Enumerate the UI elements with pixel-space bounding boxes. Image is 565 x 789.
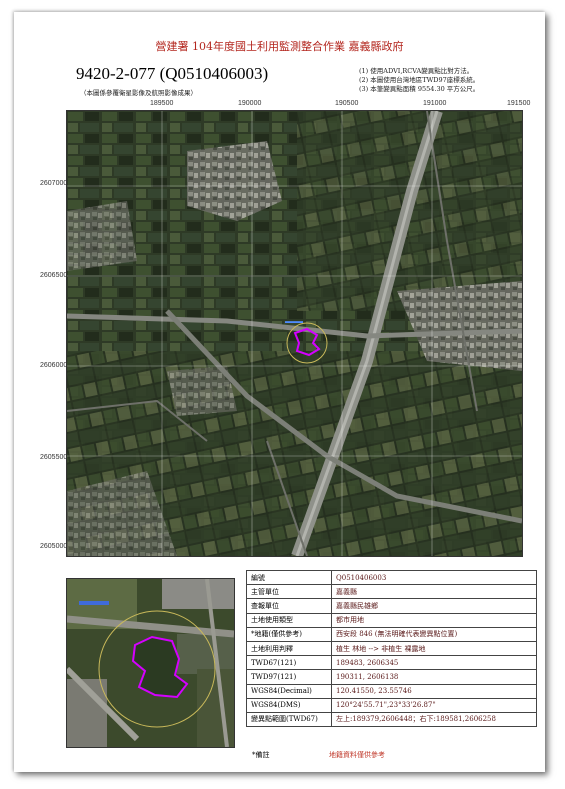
- table-row: 主管單位 嘉義縣: [246, 584, 537, 600]
- y-tick: 2606000: [40, 362, 68, 369]
- x-tick: 191500: [507, 100, 531, 107]
- change-info-table: 編號 Q0510406003 主管單位 嘉義縣 查報單位 嘉義縣民雄鄉 土地使用類型都…: [246, 569, 537, 728]
- satellite-map[interactable]: ▬▬▬: [66, 110, 523, 557]
- note-2: (2) 本圖使用台灣地區TWD97座標系統。: [359, 76, 480, 84]
- note-3: (3) 本筆變異點面積 9554.30 平方公尺。: [359, 85, 480, 93]
- y-tick: 2605000: [40, 543, 68, 550]
- method-notes: (1) 使用ADVI,RCVA變異點比對方法。 (2) 本圖使用台灣地區TWD9…: [359, 67, 479, 94]
- table-row: 土地利用判釋 植生 林地 --> 非植生 裸露地: [246, 640, 537, 657]
- remark-text: 地籍資料僅供參考: [329, 751, 385, 759]
- table-row: 土地使用類型 都市用地: [246, 612, 537, 628]
- x-tick: 190500: [335, 100, 359, 107]
- x-tick: 189500: [150, 100, 174, 107]
- page-title: 營建署 104年度國土利用監測整合作業 嘉義縣政府: [155, 40, 404, 53]
- note-1: (1) 使用ADVI,RCVA變異點比對方法。: [359, 67, 474, 75]
- table-row: WGS84(DMS) 120°24'55.71",23°33'26.87": [246, 697, 537, 713]
- table-row: 變異點範圍(TWD67) 左上:189379,2606448；右下:189581,…: [246, 711, 537, 728]
- remark-label: *備註: [252, 751, 270, 759]
- table-row: 查報單位 嘉義縣民雄鄉: [246, 598, 537, 614]
- y-tick: 2606500: [40, 272, 68, 279]
- table-row: WGS84(Decimal) 120.41550, 23.55746: [246, 683, 537, 699]
- table-row: TWD67(121) 189483, 2606345: [246, 655, 537, 671]
- source-note: （本圖係參覆衛星影像及航照影像成果）: [80, 89, 197, 97]
- table-row: TWD97(121) 190311, 2606138: [246, 669, 537, 685]
- y-tick: 2607000: [40, 180, 68, 187]
- change-point-code: 9420-2-077 (Q0510406003): [76, 64, 269, 83]
- x-tick: 191000: [423, 100, 447, 107]
- table-row: *地籍(僅供參考) 西安段 846 (無法明確代表變異點位置): [246, 626, 537, 642]
- y-tick: 2605500: [40, 454, 68, 461]
- svg-text:▬▬▬: ▬▬▬: [285, 319, 303, 325]
- inset-map[interactable]: [66, 578, 235, 748]
- x-tick: 190000: [238, 100, 262, 107]
- table-row: 編號 Q0510406003: [246, 569, 537, 586]
